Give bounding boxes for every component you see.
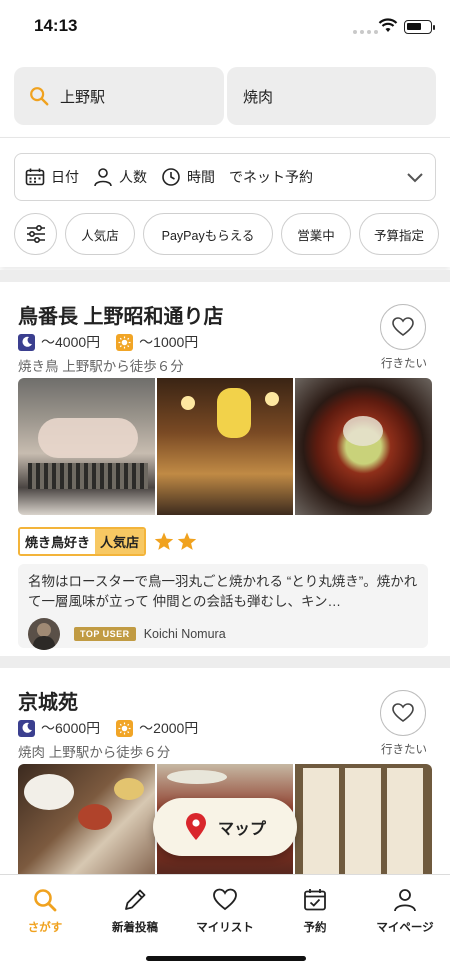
tab-label: さがす <box>27 922 63 934</box>
filter-chips: 人気店 PayPayもらえる 営業中 予算指定 <box>14 213 439 255</box>
avatar[interactable] <box>28 618 60 650</box>
review-snippet[interactable]: 名物はロースターで鳥一羽丸ごと焼かれる “とり丸焼き”。焼かれて一層風味が立って… <box>18 564 428 650</box>
tab-search[interactable]: さがす <box>0 887 90 935</box>
chip-budget[interactable]: 予算指定 <box>359 213 439 255</box>
status-bar: 14:13 <box>0 0 450 54</box>
lunch-price: ～2000円 <box>139 720 199 736</box>
dinner-price: ～4000円 <box>41 334 101 350</box>
photo-menu-board[interactable] <box>295 764 432 874</box>
review-text: 名物はロースターで鳥一羽丸ごと焼かれる “とり丸焼き”。焼かれて一層風味が立って… <box>28 574 418 609</box>
tab-label: マイページ <box>376 922 434 934</box>
moon-icon <box>18 333 35 351</box>
calendar-icon <box>25 168 45 186</box>
reviewer-row: TOP USER Koichi Nomura <box>28 618 418 650</box>
tab-label: 予約 <box>303 922 327 934</box>
calendar-check-icon <box>304 889 326 911</box>
keyword-search-field[interactable]: 焼肉 <box>227 67 436 125</box>
chip-popular[interactable]: 人気店 <box>65 213 135 255</box>
restaurant-card[interactable]: 鳥番長 上野昭和通り店 ～4000円 ～1000円 焼き鳥 上野駅から徒歩６分 … <box>0 282 450 656</box>
reviewer-name[interactable]: Koichi Nomura <box>144 627 226 641</box>
tag-group: 焼き鳥好き 人気店 <box>18 527 147 556</box>
map-button-label: マップ <box>217 821 266 838</box>
pencil-icon <box>125 889 146 910</box>
filter-settings-button[interactable] <box>14 213 57 255</box>
time-filter[interactable]: 時間 <box>161 167 215 187</box>
battery-icon <box>404 20 435 34</box>
keyword-value: 焼肉 <box>243 88 274 106</box>
tab-my-page[interactable]: マイページ <box>360 887 450 935</box>
chip-open-now[interactable]: 営業中 <box>281 213 351 255</box>
price-row: ～4000円 ～1000円 <box>18 332 214 352</box>
search-icon <box>34 889 57 912</box>
wifi-icon <box>378 18 398 32</box>
tag-yakitori-lover: 焼き鳥好き <box>20 529 96 554</box>
people-filter[interactable]: 人数 <box>93 167 147 187</box>
photo-grill[interactable] <box>18 378 155 515</box>
want-to-go-button[interactable] <box>380 304 426 350</box>
search-bar: 上野駅 焼肉 <box>14 67 436 125</box>
tab-label: 新着投稿 <box>112 922 158 934</box>
chevron-down-icon[interactable] <box>405 167 425 187</box>
photo-strip[interactable] <box>18 378 432 515</box>
map-button[interactable]: マップ <box>153 798 297 856</box>
star-rating <box>154 532 197 551</box>
restaurant-name[interactable]: 京城苑 <box>18 686 78 715</box>
filter-panel: 日付 人数 時間 でネット予約 人気店 PayPayもらえる 営業中 予算指定 <box>0 137 450 267</box>
want-to-go-button[interactable] <box>380 690 426 736</box>
net-reserve-label: でネット予約 <box>229 169 313 185</box>
star-icon <box>177 532 197 550</box>
want-to-go-label: 行きたい <box>381 744 427 756</box>
person-icon <box>394 889 416 912</box>
heart-icon <box>392 317 414 336</box>
top-user-badge: TOP USER <box>74 627 136 641</box>
tab-label: マイリスト <box>196 922 254 934</box>
sun-icon <box>116 719 134 737</box>
heart-icon <box>392 703 414 722</box>
date-filter-label: 日付 <box>51 169 79 185</box>
sun-icon <box>116 333 134 351</box>
reservation-quick-filter[interactable]: 日付 人数 時間 でネット予約 <box>14 153 436 201</box>
lunch-price: ～1000円 <box>139 334 199 350</box>
restaurant-meta: 焼肉 上野駅から徒歩６分 <box>18 745 171 760</box>
home-indicator <box>146 956 306 961</box>
location-value: 上野駅 <box>60 88 106 106</box>
tab-reservation[interactable]: 予約 <box>270 887 360 935</box>
heart-icon <box>213 888 237 911</box>
section-divider <box>0 270 450 282</box>
signal-dots-icon <box>353 30 378 34</box>
moon-icon <box>18 719 35 737</box>
section-divider <box>0 656 450 668</box>
restaurant-meta: 焼き鳥 上野駅から徒歩６分 <box>18 359 184 374</box>
photo-meal-set[interactable] <box>18 764 155 874</box>
tab-new-posts[interactable]: 新着投稿 <box>90 887 180 935</box>
map-pin-icon <box>185 813 206 840</box>
tab-my-list[interactable]: マイリスト <box>180 887 270 935</box>
sliders-icon <box>26 225 45 243</box>
time-filter-label: 時間 <box>187 169 215 185</box>
restaurant-name[interactable]: 鳥番長 上野昭和通り店 <box>18 300 224 329</box>
people-filter-label: 人数 <box>119 169 147 185</box>
search-icon <box>30 87 49 106</box>
photo-dish[interactable] <box>295 378 432 515</box>
restaurant-tags: 焼き鳥好き 人気店 <box>18 527 197 556</box>
chip-paypay[interactable]: PayPayもらえる <box>143 213 273 255</box>
clock-icon <box>162 168 180 186</box>
want-to-go-label: 行きたい <box>381 358 427 370</box>
person-icon <box>94 168 112 187</box>
tag-popular: 人気店 <box>95 529 145 554</box>
star-icon <box>154 532 174 550</box>
photo-interior[interactable] <box>156 378 294 515</box>
price-row: ～6000円 ～2000円 <box>18 718 214 738</box>
location-search-field[interactable]: 上野駅 <box>14 67 224 125</box>
dinner-price: ～6000円 <box>41 720 101 736</box>
date-filter[interactable]: 日付 <box>25 167 79 187</box>
status-time: 14:13 <box>34 16 78 35</box>
